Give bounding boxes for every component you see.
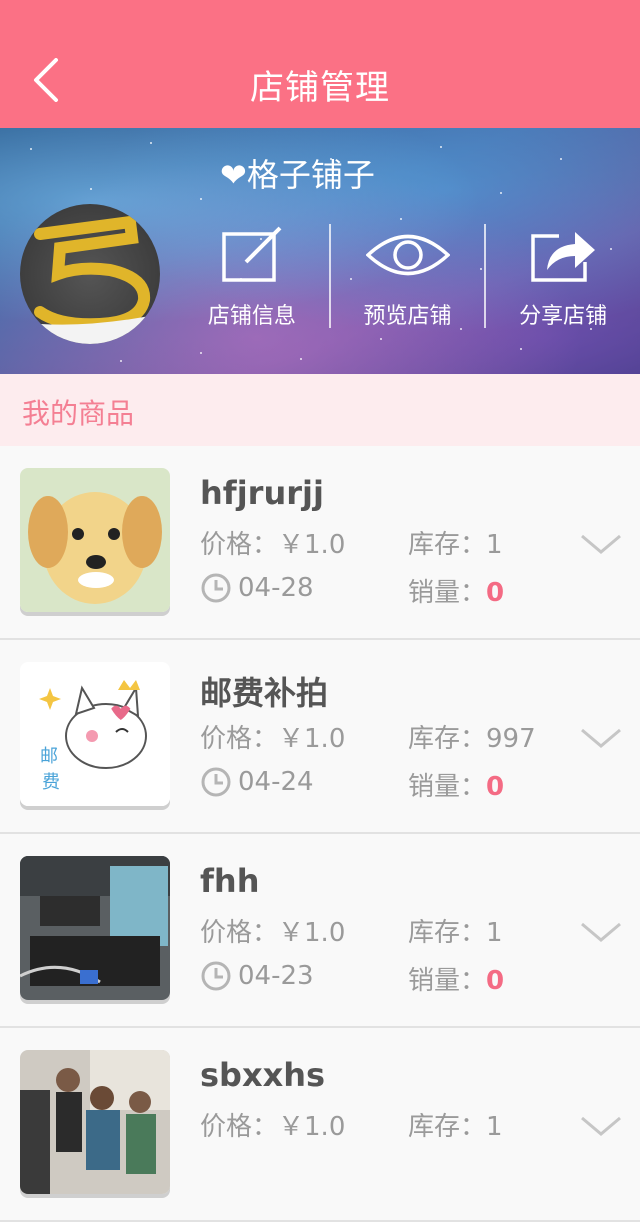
shop-info-label: 店铺信息 bbox=[207, 304, 296, 329]
shop-info-button[interactable]: 店铺信息 bbox=[175, 218, 329, 338]
product-sales: 销量：0 bbox=[408, 966, 505, 996]
puppy-image bbox=[20, 468, 170, 612]
product-name: fhh bbox=[200, 862, 260, 900]
top-nav-bar: 店铺管理 bbox=[0, 0, 640, 128]
preview-shop-label: 预览店铺 bbox=[363, 304, 452, 329]
chevron-down-icon[interactable] bbox=[580, 532, 622, 556]
product-thumbnail: 邮 费 bbox=[20, 662, 170, 806]
edit-icon bbox=[222, 226, 282, 282]
product-item[interactable]: 邮 费 邮费补拍 价格：￥1.0 库存：997 04-24 销量：0 bbox=[0, 640, 640, 834]
product-stock: 库存：1 bbox=[408, 530, 503, 560]
clock-icon bbox=[201, 767, 231, 797]
people-image bbox=[20, 1050, 170, 1194]
page-title: 店铺管理 bbox=[250, 68, 390, 108]
product-item[interactable]: hfjrurjj 价格：￥1.0 库存：1 04-28 销量：0 bbox=[0, 446, 640, 640]
share-icon bbox=[531, 232, 596, 282]
chevron-down-icon[interactable] bbox=[580, 1114, 622, 1138]
clock-icon bbox=[201, 961, 231, 991]
product-item[interactable]: sbxxhs 价格：￥1.0 库存：1 bbox=[0, 1028, 640, 1222]
product-stock: 库存：997 bbox=[408, 724, 536, 754]
svg-text:邮: 邮 bbox=[40, 746, 58, 767]
product-name: sbxxhs bbox=[200, 1056, 326, 1094]
product-stock: 库存：1 bbox=[408, 1112, 503, 1142]
avatar-image bbox=[20, 215, 160, 344]
shop-avatar[interactable] bbox=[20, 204, 160, 344]
product-sales: 销量：0 bbox=[408, 772, 505, 802]
share-shop-label: 分享店铺 bbox=[519, 304, 608, 329]
share-shop-button[interactable]: 分享店铺 bbox=[486, 218, 640, 338]
chevron-down-icon[interactable] bbox=[580, 920, 622, 944]
product-list: hfjrurjj 价格：￥1.0 库存：1 04-28 销量：0 邮 费 邮费补… bbox=[0, 446, 640, 1222]
product-stock: 库存：1 bbox=[408, 918, 503, 948]
clock-icon bbox=[201, 573, 231, 603]
product-price: 价格：￥1.0 bbox=[200, 724, 346, 754]
cat-image: 邮 费 bbox=[20, 662, 170, 806]
product-item[interactable]: fhh 价格：￥1.0 库存：1 04-23 销量：0 bbox=[0, 834, 640, 1028]
product-name: 邮费补拍 bbox=[200, 674, 329, 712]
product-price: 价格：￥1.0 bbox=[200, 1112, 346, 1142]
chevron-down-icon[interactable] bbox=[580, 726, 622, 750]
shop-banner: ❤格子铺子 店铺信息 预览店铺 分享店铺 bbox=[0, 128, 640, 374]
product-date: 04-28 bbox=[200, 572, 314, 604]
preview-shop-button[interactable]: 预览店铺 bbox=[331, 218, 485, 338]
shop-name: ❤格子铺子 bbox=[220, 156, 375, 194]
section-header: 我的商品 bbox=[0, 374, 640, 446]
product-sales: 销量：0 bbox=[408, 578, 505, 608]
section-title: 我的商品 bbox=[22, 397, 135, 430]
product-price: 价格：￥1.0 bbox=[200, 530, 346, 560]
eye-icon bbox=[365, 234, 450, 276]
product-date: 04-23 bbox=[200, 960, 314, 992]
product-thumbnail bbox=[20, 468, 170, 612]
product-date: 04-24 bbox=[200, 766, 314, 798]
shop-actions: 店铺信息 预览店铺 分享店铺 bbox=[175, 218, 640, 338]
svg-text:费: 费 bbox=[42, 772, 60, 793]
product-price: 价格：￥1.0 bbox=[200, 918, 346, 948]
laptop-image bbox=[20, 856, 170, 1000]
product-name: hfjrurjj bbox=[200, 474, 324, 512]
product-thumbnail bbox=[20, 856, 170, 1000]
product-thumbnail bbox=[20, 1050, 170, 1194]
